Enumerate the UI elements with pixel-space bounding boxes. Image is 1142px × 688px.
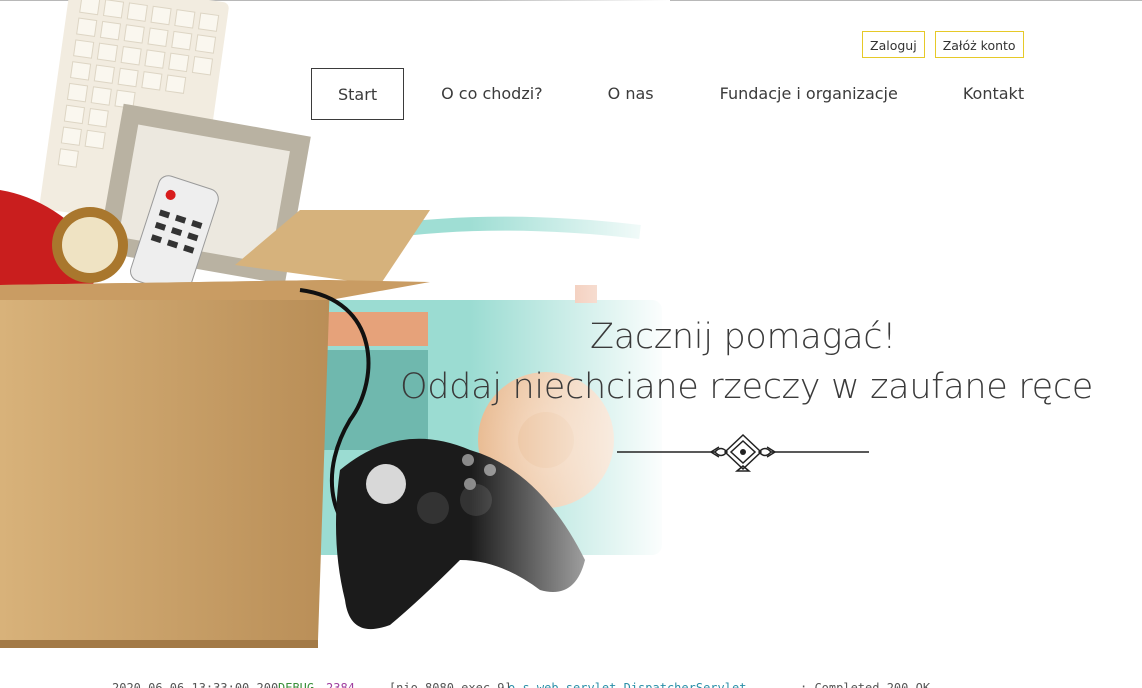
console-pid: 2384 xyxy=(326,681,355,688)
nav-item-o-co-chodzi[interactable]: O co chodzi? xyxy=(441,68,543,120)
nav-item-o-nas[interactable]: O nas xyxy=(608,68,654,120)
auth-buttons: Zaloguj Załóż konto xyxy=(862,31,1024,58)
console-message: : Completed 200 OK xyxy=(800,681,931,688)
ornament-divider-icon xyxy=(617,433,869,472)
nav-item-fundacje[interactable]: Fundacje i organizacje xyxy=(720,68,898,120)
console-level: DEBUG xyxy=(278,681,315,688)
console-thread: --- [nio-8080-exec-9] xyxy=(360,681,512,688)
register-button[interactable]: Załóż konto xyxy=(934,31,1024,58)
console-logger: o.s.web.servlet.DispatcherServlet xyxy=(508,681,747,688)
hero-line-2: Oddaj niechciane rzeczy w zaufane ręce xyxy=(400,367,1094,407)
nav-item-start[interactable]: Start xyxy=(311,68,405,120)
hero-line-1: Zacznij pomagać! xyxy=(590,317,896,357)
main-nav: Start O co chodzi? O nas Fundacje i orga… xyxy=(311,68,1024,120)
nav-item-kontakt[interactable]: Kontakt xyxy=(963,68,1024,120)
hero-headline: Zacznij pomagać! Oddaj niechciane rzeczy… xyxy=(400,312,1094,412)
console-timestamp: 2020-06-06 13:33:00.200 xyxy=(112,681,279,688)
login-button[interactable]: Zaloguj xyxy=(862,31,925,58)
console-log-strip: 2020-06-06 13:33:00.200 DEBUG 2384 --- [… xyxy=(0,677,1142,688)
